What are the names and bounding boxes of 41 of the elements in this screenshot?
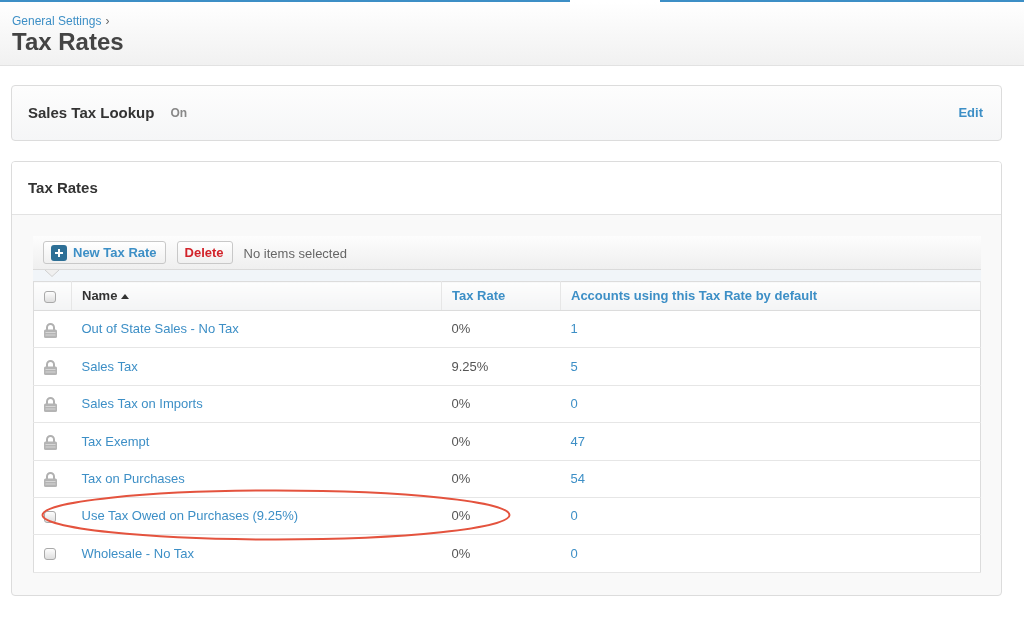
- accounts-count-link[interactable]: 0: [570, 396, 578, 412]
- accounts-count-link[interactable]: 5: [570, 358, 578, 374]
- tax-rate-name-link[interactable]: Sales Tax on Imports: [81, 396, 203, 412]
- selection-status-text: No items selected: [243, 244, 347, 263]
- lock-icon: [44, 359, 57, 375]
- tax-rate-name-link[interactable]: Wholesale - No Tax: [81, 545, 194, 561]
- tax-rate-name-link[interactable]: Tax Exempt: [81, 433, 150, 449]
- row-checkbox[interactable]: [44, 548, 56, 561]
- tax-rate-value: 0%: [451, 433, 471, 449]
- column-header-sorted[interactable]: Name: [82, 286, 130, 306]
- lock-icon: [44, 397, 57, 413]
- page-title: Tax Rates: [12, 28, 125, 56]
- accounts-count-link[interactable]: 0: [570, 545, 578, 561]
- accounts-count-link[interactable]: 54: [570, 471, 585, 486]
- breadcrumb-separator: ›: [105, 14, 110, 28]
- tax-rate-value: 0%: [451, 545, 471, 561]
- panel-title: Tax Rates: [28, 177, 98, 198]
- tax-rate-name-link[interactable]: Use Tax Owed on Purchases (9.25%): [81, 508, 299, 524]
- panel-title: Sales Tax Lookup: [28, 102, 155, 123]
- tax-rate-value: 9.25%: [451, 358, 489, 374]
- tax-rate-value: 0%: [451, 471, 471, 486]
- edit-link[interactable]: Edit: [958, 103, 983, 123]
- sort-ascending-icon: [121, 293, 130, 299]
- breadcrumb-link[interactable]: General Settings: [12, 14, 102, 28]
- tax-rate-name-link[interactable]: Sales Tax: [81, 358, 138, 374]
- accounts-count-link[interactable]: 0: [570, 508, 578, 524]
- lock-icon: [44, 472, 57, 488]
- select-all-checkbox[interactable]: [44, 290, 56, 303]
- accounts-count-link[interactable]: 47: [570, 433, 585, 449]
- tax-rate-name-link[interactable]: Out of State Sales - No Tax: [81, 321, 239, 337]
- lock-icon: [44, 434, 57, 450]
- plus-icon: [51, 244, 67, 261]
- tax-rate-value: 0%: [451, 396, 471, 412]
- lock-icon: [44, 322, 57, 338]
- status-text: On: [170, 105, 188, 122]
- accounts-count-link[interactable]: 1: [570, 321, 578, 337]
- tax-rate-value: 0%: [451, 321, 471, 337]
- tax-rate-name-link[interactable]: Tax on Purchases: [81, 471, 185, 486]
- delete-button[interactable]: Delete: [176, 241, 233, 264]
- new-tax-rate-button[interactable]: New Tax Rate: [43, 241, 166, 264]
- tax-rate-value: 0%: [451, 508, 471, 524]
